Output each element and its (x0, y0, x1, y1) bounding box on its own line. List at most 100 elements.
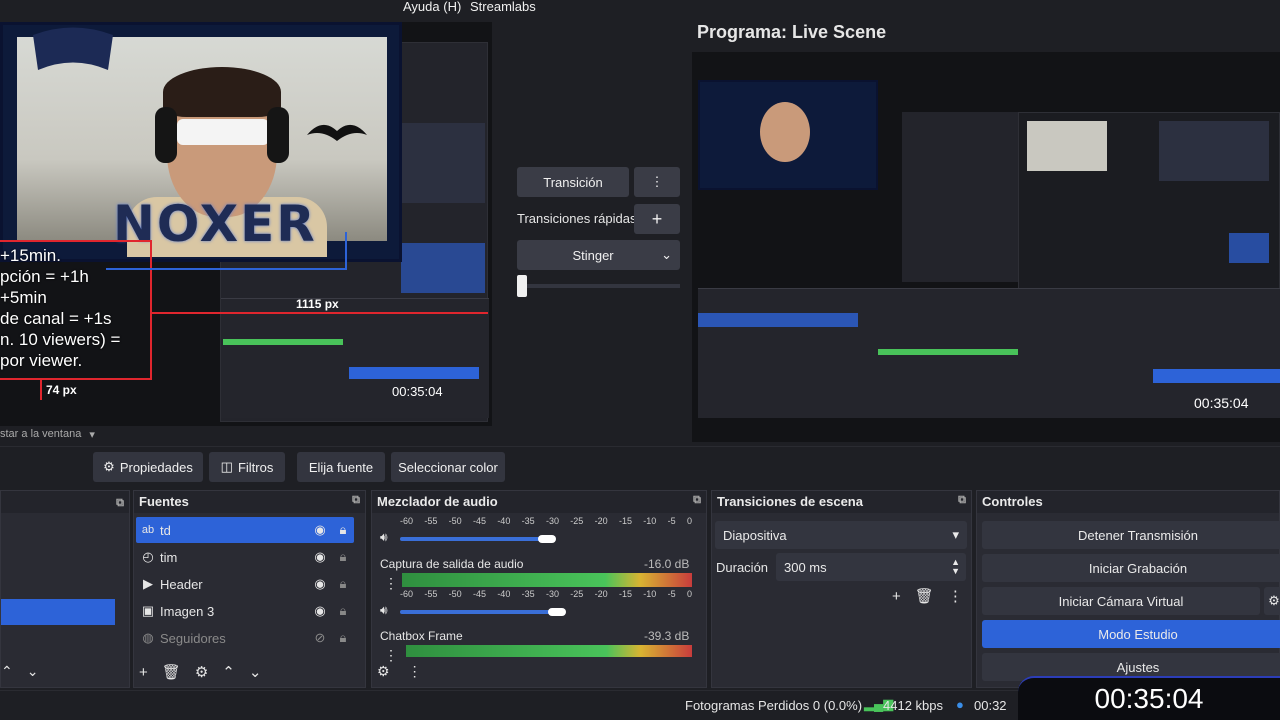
scene-selected[interactable] (1, 599, 115, 625)
transition-menu-button[interactable]: ⋮ (634, 167, 680, 197)
more-vertical-icon[interactable]: ⋮ (948, 587, 963, 605)
sources-footer: + 🗑︎ ⚙ ⌃ ⌄ (139, 663, 262, 682)
lock-icon[interactable]: 🔒︎ (332, 549, 354, 565)
volume-slider[interactable] (400, 537, 550, 541)
start-recording-button[interactable]: Iniciar Grabación (982, 554, 1280, 582)
audio-mixer-dock: Mezclador de audio ⧉ -60 -55 -50 -45 -40 -35-… (371, 490, 707, 688)
mixer-title: Mezclador de audio (377, 494, 498, 509)
chevron-up-icon[interactable]: ⌃ (222, 663, 235, 681)
program-nested-thumb (1159, 121, 1269, 181)
properties-button[interactable]: ⚙ Propiedades (93, 452, 203, 482)
scale-tick: -10 (643, 589, 657, 599)
scale-tick: 0 (686, 516, 692, 526)
more-vertical-icon: ⋮ (650, 174, 664, 189)
mixer-channel-db: -16.0 dB (644, 557, 690, 571)
virtual-cam-settings-button[interactable]: ⚙ (1264, 587, 1280, 615)
lock-icon[interactable]: 🔒︎ (332, 576, 354, 592)
bounding-box (106, 268, 346, 270)
source-item[interactable]: ◍ Seguidores ⊘ 🔒︎ (136, 625, 354, 651)
program-title: Programa: Live Scene (697, 22, 887, 42)
scale-tick: -15 (618, 589, 632, 599)
eye-icon[interactable]: ◉ (308, 603, 332, 619)
eye-icon[interactable]: ◉ (308, 522, 332, 538)
more-vertical-icon[interactable]: ⋮ (384, 647, 398, 664)
audio-meter (406, 645, 692, 657)
scale-tick: -35 (521, 516, 535, 526)
controls-header: Controles (977, 491, 1279, 513)
scale-tick: -55 (424, 589, 438, 599)
preview-canvas[interactable]: NOXER +15min. pción = +1h +5min de canal… (0, 22, 492, 426)
preview-scale-option[interactable]: star a la ventana ▾ (0, 428, 95, 441)
choose-source-button[interactable]: Elija fuente (297, 452, 385, 482)
plus-icon[interactable]: + (139, 663, 148, 681)
more-vertical-icon[interactable]: ⋮ (384, 575, 398, 592)
eye-icon[interactable]: ◉ (308, 576, 332, 592)
lock-icon[interactable]: 🔒︎ (332, 603, 354, 619)
chevron-up-icon[interactable]: ⌃ (1, 663, 13, 680)
nested-bar (401, 243, 485, 293)
trash-icon[interactable]: 🗑︎ (162, 663, 181, 681)
add-quick-transition-button[interactable]: + (634, 204, 680, 234)
filters-label: Filtros (237, 459, 274, 475)
speaker-icon[interactable]: 🔊︎ (380, 530, 388, 545)
duration-label: Duración (716, 560, 769, 575)
float-icon[interactable]: ⧉ (352, 494, 360, 510)
stop-stream-button[interactable]: Detener Transmisión (982, 521, 1280, 549)
program-timer: 00:35:04 (1194, 395, 1249, 411)
float-icon[interactable]: ⧉ (958, 494, 966, 510)
scene-transition-select[interactable]: Diapositiva ▾ (715, 521, 967, 549)
source-item[interactable]: ab td ◉ 🔒︎ (136, 517, 354, 543)
program-docks (698, 288, 1280, 418)
chevron-down-icon[interactable]: ⌄ (27, 663, 39, 680)
volume-slider[interactable] (400, 610, 560, 614)
gears-icon[interactable]: ⚙ (377, 663, 390, 680)
gear-icon: ⚙ (103, 459, 115, 474)
gear-icon[interactable]: ⚙ (195, 663, 208, 681)
mixer-scale: -60 -55 -50 -45 -40 -35 -30 -25 -20 -15 -10 -5 0 (400, 589, 692, 599)
clock-icon: ◴ (142, 549, 154, 564)
goal-text-overlay: +15min. pción = +1h +5min de canal = +1s… (0, 245, 160, 371)
volume-knob[interactable] (538, 535, 556, 543)
source-item[interactable]: ▣ Imagen 3 ◉ 🔒︎ (136, 598, 354, 624)
scale-tick: -15 (618, 516, 632, 526)
bat-icon (307, 124, 367, 141)
select-color-button[interactable]: Seleccionar color (391, 452, 505, 482)
float-icon[interactable]: ⧉ (693, 494, 701, 510)
distance-label: 74 px (46, 383, 77, 397)
float-icon[interactable]: ⧉ (116, 497, 124, 509)
speaker-icon[interactable]: 🔊︎ (380, 603, 388, 618)
guide-line (150, 240, 152, 380)
t-bar-track[interactable] (517, 284, 680, 288)
t-bar-handle[interactable] (517, 275, 527, 297)
chevron-down-icon[interactable]: ⌄ (249, 663, 262, 681)
volume-knob[interactable] (548, 608, 566, 616)
spin-arrows-icon[interactable]: ▲ ▼ (951, 558, 960, 576)
filters-button[interactable]: ◫ Filtros (209, 452, 285, 482)
start-virtual-cam-button[interactable]: Iniciar Cámara Virtual (982, 587, 1260, 615)
scale-tick: -20 (594, 516, 608, 526)
lock-icon[interactable]: 🔒︎ (332, 630, 354, 646)
lock-icon[interactable]: 🔒︎ (332, 522, 354, 538)
menu-streamlabs[interactable]: Streamlabs (470, 0, 536, 14)
eye-hidden-icon[interactable]: ⊘ (308, 630, 332, 646)
duration-input[interactable]: 300 ms ▲ ▼ (776, 553, 966, 581)
chevron-down-icon: ▾ (89, 429, 95, 441)
globe-icon: ◍ (142, 630, 154, 645)
stream-time: 00:32 (974, 698, 1007, 713)
scale-tick: -25 (570, 516, 584, 526)
source-item[interactable]: ◴ tim ◉ 🔒︎ (136, 544, 354, 570)
plus-icon[interactable]: + (892, 587, 901, 605)
menu-help[interactable]: Ayuda (H) (403, 0, 461, 14)
source-label: Header (160, 576, 203, 592)
transition-select[interactable]: Stinger ⌄ (517, 240, 680, 270)
mixer-channel-name: Captura de salida de audio (380, 557, 524, 571)
eye-icon[interactable]: ◉ (308, 549, 332, 565)
sunglasses (177, 119, 269, 145)
trash-icon[interactable]: 🗑︎ (915, 587, 934, 605)
duration-value: 300 ms (784, 559, 827, 575)
more-vertical-icon[interactable]: ⋮ (408, 663, 422, 680)
studio-mode-button[interactable]: Modo Estudio (982, 620, 1280, 648)
source-item[interactable]: ▶ Header ◉ 🔒︎ (136, 571, 354, 597)
transition-button[interactable]: Transición (517, 167, 629, 197)
chevron-down-icon: ▾ (952, 527, 959, 542)
